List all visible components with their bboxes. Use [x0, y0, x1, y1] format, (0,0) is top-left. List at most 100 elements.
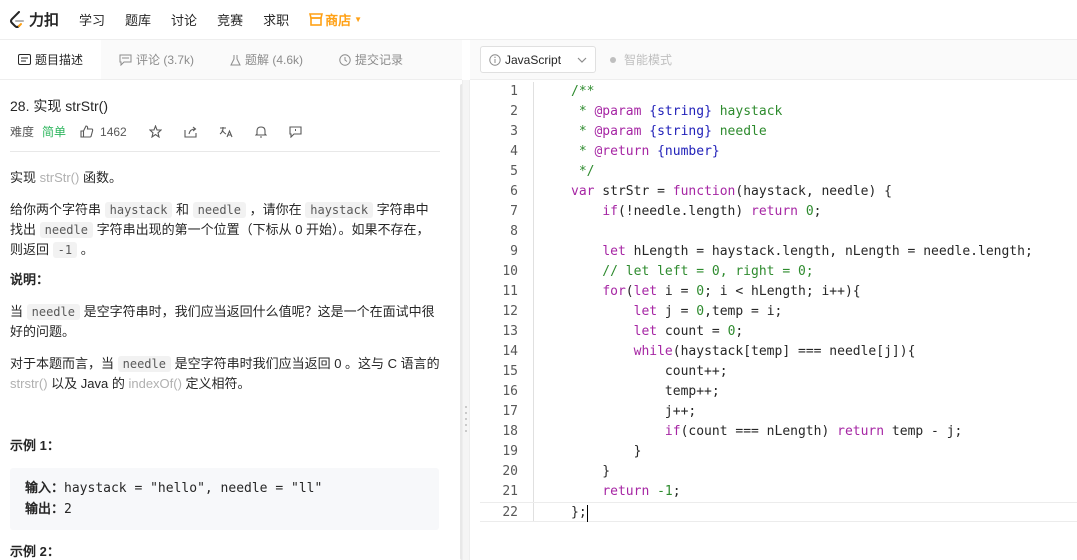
- code-line[interactable]: 15 count++;: [480, 362, 1077, 382]
- nav-study[interactable]: 学习: [79, 10, 105, 29]
- store-icon: [309, 13, 324, 26]
- code-text[interactable]: [534, 222, 571, 242]
- tab-description-label: 题目描述: [35, 53, 84, 67]
- code-line[interactable]: 10 // let left = 0, right = 0;: [480, 262, 1077, 282]
- text: 对于本题而言，当: [10, 356, 118, 371]
- nav-contest[interactable]: 竞赛: [217, 10, 243, 29]
- favorite-button[interactable]: [148, 125, 162, 138]
- code-line[interactable]: 11 for(let i = 0; i < hLength; i++){: [480, 282, 1077, 302]
- grip-dot: [465, 406, 467, 408]
- code-text[interactable]: j++;: [534, 402, 696, 422]
- code-line[interactable]: 8: [480, 222, 1077, 242]
- code-line[interactable]: 18 if(count === nLength) return temp - j…: [480, 422, 1077, 442]
- code-text[interactable]: }: [534, 462, 610, 482]
- nav-problems[interactable]: 题库: [125, 10, 151, 29]
- like-count: 1462: [100, 124, 127, 139]
- clock-icon: [339, 53, 351, 66]
- code-text[interactable]: while(haystack[temp] === needle[j]){: [534, 342, 916, 362]
- code-line[interactable]: 19 }: [480, 442, 1077, 462]
- gutter-margin: [518, 282, 534, 302]
- leetcode-logo-icon: [10, 10, 24, 28]
- text: 当: [10, 304, 27, 319]
- code-line[interactable]: 22};: [480, 502, 1077, 522]
- line-number: 5: [510, 164, 518, 179]
- share-button[interactable]: [184, 126, 197, 138]
- tab-solutions-label: 题解 (4.6k): [245, 53, 304, 67]
- panel-resizer[interactable]: [462, 80, 470, 560]
- difficulty-badge: 简单: [42, 125, 67, 139]
- toggle-dot-icon: [610, 56, 616, 63]
- smart-mode-label: 智能模式: [624, 53, 673, 67]
- code-text[interactable]: };: [534, 503, 587, 521]
- code-line[interactable]: 21 return -1;: [480, 482, 1077, 502]
- code-line[interactable]: 12 let j = 0,temp = i;: [480, 302, 1077, 322]
- code-text[interactable]: /**: [534, 82, 594, 102]
- code-text[interactable]: for(let i = 0; i < hLength; i++){: [534, 282, 860, 302]
- difficulty-label: 难度: [10, 125, 35, 139]
- nav-jobs[interactable]: 求职: [263, 10, 289, 29]
- inline-code-strstr-c: strstr(): [10, 376, 48, 391]
- gutter-margin: [518, 222, 534, 242]
- gutter-margin: [518, 442, 534, 462]
- code-line[interactable]: 20 }: [480, 462, 1077, 482]
- problem-meta: 难度 简单 1462: [10, 122, 440, 152]
- output-value: 2: [64, 502, 72, 517]
- code-line[interactable]: 1 /**: [480, 82, 1077, 102]
- gutter-margin: [518, 102, 534, 122]
- code-line[interactable]: 5 */: [480, 162, 1077, 182]
- logo[interactable]: 力扣: [9, 9, 59, 30]
- code-line[interactable]: 4 * @return {number}: [480, 142, 1077, 162]
- tab-submissions[interactable]: 提交记录: [321, 40, 421, 79]
- nav-shop[interactable]: 商店 ▼: [309, 10, 362, 29]
- code-line[interactable]: 13 let count = 0;: [480, 322, 1077, 342]
- code-text[interactable]: if(!needle.length) return 0;: [534, 202, 821, 222]
- code-text[interactable]: count++;: [534, 362, 728, 382]
- smart-mode-toggle[interactable]: 智能模式: [610, 51, 672, 68]
- code-text[interactable]: temp++;: [534, 382, 720, 402]
- line-number: 3: [510, 124, 518, 139]
- code-text[interactable]: let hLength = haystack.length, nLength =…: [534, 242, 1032, 262]
- grip-dot: [465, 412, 467, 414]
- code-line[interactable]: 9 let hLength = haystack.length, nLength…: [480, 242, 1077, 262]
- line-number: 22: [502, 505, 518, 520]
- code-text[interactable]: let count = 0;: [534, 322, 744, 342]
- note-heading: 说明：: [10, 272, 50, 287]
- line-number: 12: [502, 304, 518, 319]
- code-text[interactable]: */: [534, 162, 595, 182]
- text: 函数。: [79, 170, 122, 185]
- line-number: 6: [510, 184, 518, 199]
- text-cursor: [586, 505, 588, 522]
- code-text[interactable]: * @param {string} needle: [534, 122, 767, 142]
- feedback-button[interactable]: [289, 125, 302, 138]
- language-select[interactable]: JavaScript: [480, 46, 596, 73]
- gutter-margin: [518, 182, 534, 202]
- tab-solutions[interactable]: 题解 (4.6k): [212, 40, 321, 79]
- description-paragraph-3: 当 needle 是空字符串时，我们应当返回什么值呢？这是一个在面试中很好的问题…: [10, 302, 440, 342]
- gutter-margin: [518, 362, 534, 382]
- code-line[interactable]: 3 * @param {string} needle: [480, 122, 1077, 142]
- language-value: JavaScript: [505, 52, 562, 67]
- code-line[interactable]: 14 while(haystack[temp] === needle[j]){: [480, 342, 1077, 362]
- code-text[interactable]: }: [534, 442, 642, 462]
- code-line[interactable]: 6 var strStr = function(haystack, needle)…: [480, 182, 1077, 202]
- code-text[interactable]: var strStr = function(haystack, needle) …: [534, 182, 892, 202]
- code-line[interactable]: 7 if(!needle.length) return 0;: [480, 202, 1077, 222]
- code-text[interactable]: let j = 0,temp = i;: [534, 302, 783, 322]
- line-number: 20: [502, 464, 518, 479]
- nav-discuss[interactable]: 讨论: [171, 10, 197, 29]
- tab-description[interactable]: 题目描述: [0, 40, 102, 79]
- code-text[interactable]: return -1;: [534, 482, 680, 502]
- notify-button[interactable]: [254, 125, 267, 138]
- code-line[interactable]: 16 temp++;: [480, 382, 1077, 402]
- code-text[interactable]: if(count === nLength) return temp - j;: [534, 422, 962, 442]
- code-editor[interactable]: 1/** 2 * @param {string} haystack 3 * @par…: [480, 80, 1077, 560]
- tab-comments[interactable]: 评论 (3.7k): [101, 40, 212, 79]
- code-text[interactable]: // let left = 0, right = 0;: [534, 262, 813, 282]
- code-text[interactable]: * @return {number}: [534, 142, 720, 162]
- code-line[interactable]: 2 * @param {string} haystack: [480, 102, 1077, 122]
- translate-button[interactable]: [219, 126, 233, 138]
- like-button[interactable]: 1462: [80, 125, 127, 139]
- code-line[interactable]: 17 j++;: [480, 402, 1077, 422]
- line-number: 10: [502, 264, 518, 279]
- code-text[interactable]: * @param {string} haystack: [534, 102, 783, 122]
